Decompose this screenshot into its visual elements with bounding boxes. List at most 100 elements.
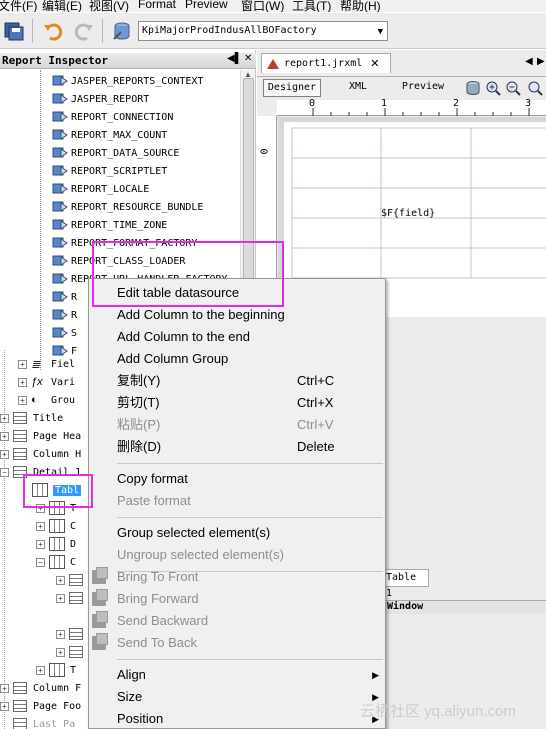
redo-button[interactable] [72,19,96,43]
menu-help[interactable]: 帮助(H) [340,0,381,12]
tab-designer[interactable]: Designer [263,79,321,97]
expand-icon[interactable]: + [18,395,27,405]
tab-scroll-left-icon[interactable]: ◀ [525,56,533,67]
tab-table-1[interactable]: Table 1 [383,569,429,599]
column-icon [69,574,83,586]
zoom-out-icon[interactable] [505,80,521,96]
parameter-icon [52,291,68,302]
menu-item-bring-to-front[interactable]: Bring To Front [89,566,385,588]
tab-preview[interactable]: Preview [399,79,447,97]
menu-item-group-selected[interactable]: Group selected element(s) [89,522,385,544]
menu-item-cut[interactable]: 剪切(T) Ctrl+X [89,392,385,414]
menu-window[interactable]: 窗口(W) [241,0,284,12]
datasource-button[interactable] [110,19,134,43]
menu-item-paste-format[interactable]: Paste format [89,490,385,512]
database-icon: ≣ [31,358,41,371]
expand-icon[interactable]: + [0,701,9,711]
column-node[interactable]: + [56,589,89,607]
database-icon[interactable] [465,80,481,96]
menu-item-align[interactable]: Align ▶ [89,664,385,686]
undo-button[interactable] [41,19,65,43]
save-all-button[interactable] [2,19,26,43]
table-child-node[interactable]: + D [36,535,76,553]
band-node[interactable]: + Title [0,409,63,427]
table-child-node[interactable]: − C [36,553,76,571]
parameter-item[interactable]: S [52,324,77,342]
menu-item-send-to-back[interactable]: Send To Back [89,632,385,654]
close-tab-icon[interactable]: ✕ [370,57,379,70]
menu-tools[interactable]: 工具(T) [292,0,331,12]
menu-item-add-column-end[interactable]: Add Column to the end [89,326,385,348]
band-node[interactable]: + Page Hea [0,427,81,445]
expand-icon[interactable]: − [0,467,9,477]
menu-item-copy[interactable]: 复制(Y) Ctrl+C [89,370,385,392]
band-node[interactable]: + Page Foo [0,697,81,715]
minimize-panel-icon[interactable]: ◀▌ [227,53,242,64]
menu-item-copy-format[interactable]: Copy format [89,468,385,490]
table-child-node[interactable]: + T [36,661,76,679]
datasource-combo[interactable]: KpiMajorProdIndusAllBOFactory ▼ [138,21,388,41]
parameter-item[interactable]: REPORT_SCRIPTLET [52,162,167,180]
menu-item-add-column-group[interactable]: Add Column Group [89,348,385,370]
zoom-in-icon[interactable] [485,80,501,96]
expand-icon[interactable]: + [56,647,65,657]
menu-item-position[interactable]: Position ▶ [89,708,385,729]
column-node[interactable]: + [56,625,89,643]
parameter-item[interactable]: JASPER_REPORT [52,90,149,108]
parameter-item[interactable]: REPORT_MAX_COUNT [52,126,167,144]
expand-icon[interactable]: + [0,431,9,441]
tree-node-fiel[interactable]: + ≣ Fiel [18,355,75,373]
parameter-item[interactable]: R [52,288,77,306]
expand-icon[interactable]: + [56,593,65,603]
zoom-fit-icon[interactable] [527,80,543,96]
menu-item-bring-forward[interactable]: Bring Forward [89,588,385,610]
expand-icon[interactable]: + [36,665,45,675]
parameter-item[interactable]: JASPER_REPORTS_CONTEXT [52,72,203,90]
expand-icon[interactable]: + [36,521,45,531]
expand-icon[interactable]: + [0,449,9,459]
parameter-item[interactable]: REPORT_RESOURCE_BUNDLE [52,198,203,216]
menu-view[interactable]: 视图(V) [89,0,129,12]
parameter-item[interactable]: REPORT_DATA_SOURCE [52,144,179,162]
menu-format[interactable]: Format [138,0,176,11]
expand-icon[interactable]: + [56,575,65,585]
parameter-item[interactable]: REPORT_CONNECTION [52,108,173,126]
menu-item-size[interactable]: Size ▶ [89,686,385,708]
menu-preview[interactable]: Preview [185,0,228,11]
menu-item-label: Align [117,667,146,682]
column-node[interactable]: + [56,571,89,589]
menu-item-ungroup-selected[interactable]: Ungroup selected element(s) [89,544,385,566]
menu-item-send-backward[interactable]: Send Backward [89,610,385,632]
expand-icon[interactable]: + [0,683,9,693]
table-child-node[interactable]: + C [36,517,76,535]
parameter-icon [52,93,68,104]
parameter-item[interactable]: R [52,306,77,324]
column-node[interactable]: + [56,643,89,661]
band-node[interactable]: + Column F [0,679,81,697]
tree-guide-line [4,350,5,729]
tab-xml[interactable]: XML [343,79,373,97]
expand-icon[interactable]: + [18,377,27,387]
band-node[interactable]: Last Pa [0,715,75,729]
expand-icon[interactable]: + [36,539,45,549]
view-toolbar: Designer XML Preview [257,76,546,98]
menu-item-paste[interactable]: 粘贴(P) Ctrl+V [89,414,385,436]
expand-icon[interactable]: + [0,413,9,423]
menu-item-label: 复制(Y) [117,373,161,388]
expand-icon[interactable]: − [36,557,45,567]
field-placeholder[interactable]: $F{field} [381,208,435,219]
close-icon[interactable]: ✕ [244,53,252,64]
menu-item-add-column-beginning[interactable]: Add Column to the beginning [89,304,385,326]
parameter-item[interactable]: REPORT_LOCALE [52,180,149,198]
menu-item-delete[interactable]: 删除(D) Delete [89,436,385,458]
menu-file[interactable]: 文件(F) [0,0,37,12]
parameter-item[interactable]: REPORT_TIME_ZONE [52,216,167,234]
expand-icon[interactable]: + [18,359,27,369]
menu-edit[interactable]: 编辑(E) [42,0,82,12]
tab-scroll-right-icon[interactable]: ▶ [537,56,545,67]
tab-report1[interactable]: report1.jrxml ✕ [261,53,391,73]
expand-icon[interactable]: + [56,629,65,639]
band-node[interactable]: + Column H [0,445,81,463]
tree-node-grou[interactable]: + ◐ Grou [18,391,75,409]
tree-node-vari[interactable]: + ƒx Vari [18,373,75,391]
